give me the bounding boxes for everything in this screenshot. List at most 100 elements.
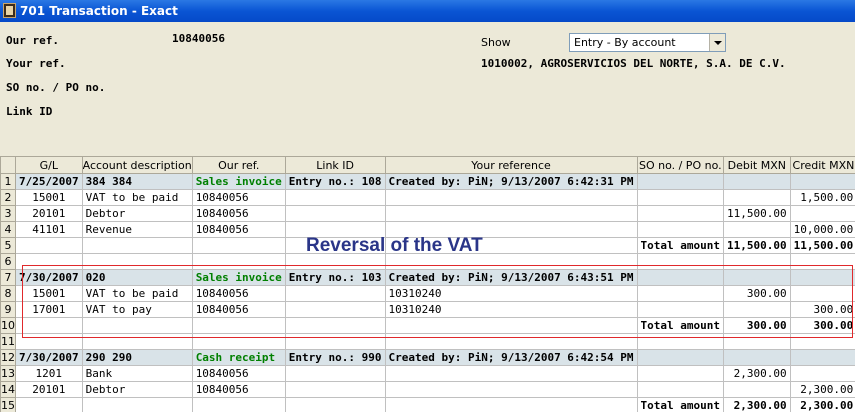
- account-description-cell[interactable]: Debtor: [81, 381, 193, 398]
- credit-cell[interactable]: [789, 205, 855, 222]
- account-description-cell[interactable]: [81, 317, 193, 334]
- link-id-cell[interactable]: [284, 397, 386, 412]
- table-row[interactable]: 11: [0, 333, 855, 350]
- debit-cell[interactable]: [723, 333, 791, 350]
- transaction-grid[interactable]: G/L Account description Our ref. Link ID…: [0, 156, 855, 412]
- your-reference-cell[interactable]: 10310240: [384, 301, 638, 318]
- link-id-cell[interactable]: [284, 365, 386, 382]
- so-po-cell[interactable]: [636, 301, 725, 318]
- gl-cell[interactable]: [15, 253, 83, 270]
- credit-cell[interactable]: 1,500.00: [789, 189, 855, 206]
- your-reference-cell[interactable]: [384, 189, 638, 206]
- table-row[interactable]: 13 1201 Bank 10840056 2,300.00: [0, 365, 855, 382]
- account-description-cell[interactable]: [81, 333, 193, 350]
- our-ref-cell[interactable]: Cash receipt: [191, 349, 286, 366]
- your-reference-cell[interactable]: [384, 205, 638, 222]
- debit-cell[interactable]: 11,500.00: [723, 237, 791, 254]
- credit-cell[interactable]: [789, 349, 855, 366]
- credit-cell[interactable]: 300.00: [789, 301, 855, 318]
- gl-cell[interactable]: [15, 397, 83, 412]
- our-ref-cell[interactable]: [191, 317, 286, 334]
- account-description-cell[interactable]: [81, 253, 193, 270]
- so-po-cell[interactable]: [636, 349, 725, 366]
- column-header-link-id[interactable]: Link ID: [284, 156, 386, 174]
- debit-cell[interactable]: [723, 221, 791, 238]
- gl-cell[interactable]: [15, 333, 83, 350]
- so-po-cell[interactable]: [636, 333, 725, 350]
- debit-cell[interactable]: 2,300.00: [723, 365, 791, 382]
- gl-cell[interactable]: 7/25/2007: [15, 173, 83, 190]
- debit-cell[interactable]: 300.00: [723, 317, 791, 334]
- our-ref-cell[interactable]: 10840056: [191, 221, 286, 238]
- your-reference-cell[interactable]: Created by: PiN; 9/13/2007 6:43:51 PM: [384, 269, 638, 286]
- so-po-cell[interactable]: [636, 365, 725, 382]
- row-number[interactable]: 2: [0, 189, 16, 206]
- row-number[interactable]: 14: [0, 381, 16, 398]
- row-number[interactable]: 13: [0, 365, 16, 382]
- row-number[interactable]: 9: [0, 301, 16, 318]
- gl-cell[interactable]: 1201: [15, 365, 83, 382]
- chevron-down-icon[interactable]: [709, 34, 725, 51]
- credit-cell[interactable]: [789, 173, 855, 190]
- group-header-row[interactable]: 1 7/25/2007 384 384 Sales invoice Entry no.:…: [0, 173, 855, 190]
- column-header-so-po[interactable]: SO no. / PO no.: [636, 156, 725, 174]
- so-po-cell[interactable]: Total amount: [636, 397, 725, 412]
- column-header-gl[interactable]: G/L: [15, 156, 83, 174]
- gl-cell[interactable]: 41101: [15, 221, 83, 238]
- account-description-cell[interactable]: 020: [81, 269, 193, 286]
- credit-cell[interactable]: [789, 365, 855, 382]
- our-ref-cell[interactable]: 10840056: [191, 301, 286, 318]
- our-ref-cell[interactable]: 10840056: [191, 285, 286, 302]
- debit-cell[interactable]: [723, 173, 791, 190]
- gl-cell[interactable]: 20101: [15, 381, 83, 398]
- group-header-row[interactable]: 7 7/30/2007 020 Sales invoice Entry no.: 103…: [0, 269, 855, 286]
- so-po-cell[interactable]: [636, 221, 725, 238]
- group-header-row[interactable]: 12 7/30/2007 290 290 Cash receipt Entry no.:…: [0, 349, 855, 366]
- so-po-cell[interactable]: [636, 253, 725, 270]
- gl-cell[interactable]: 20101: [15, 205, 83, 222]
- debit-cell[interactable]: [723, 269, 791, 286]
- our-ref-cell[interactable]: [191, 253, 286, 270]
- row-number[interactable]: 12: [0, 349, 16, 366]
- debit-cell[interactable]: 11,500.00: [723, 205, 791, 222]
- your-reference-cell[interactable]: Created by: PiN; 9/13/2007 6:42:54 PM: [384, 349, 638, 366]
- row-number[interactable]: 6: [0, 253, 16, 270]
- row-number[interactable]: 5: [0, 237, 16, 254]
- table-row[interactable]: 8 15001 VAT to be paid 10840056 10310240 300.…: [0, 285, 855, 302]
- our-ref-cell[interactable]: 10840056: [191, 381, 286, 398]
- so-po-cell[interactable]: [636, 269, 725, 286]
- link-id-cell[interactable]: Entry no.: 103: [284, 269, 386, 286]
- your-reference-cell[interactable]: [384, 397, 638, 412]
- credit-cell[interactable]: 11,500.00: [789, 237, 855, 254]
- show-select[interactable]: Entry - By account: [569, 33, 726, 52]
- link-id-cell[interactable]: Entry no.: 990: [284, 349, 386, 366]
- debit-cell[interactable]: [723, 381, 791, 398]
- gl-cell[interactable]: 7/30/2007: [15, 269, 83, 286]
- our-ref-cell[interactable]: 10840056: [191, 189, 286, 206]
- row-number[interactable]: 10: [0, 317, 16, 334]
- debit-cell[interactable]: [723, 349, 791, 366]
- account-description-cell[interactable]: Bank: [81, 365, 193, 382]
- our-ref-cell[interactable]: Sales invoice: [191, 269, 286, 286]
- row-number[interactable]: 4: [0, 221, 16, 238]
- total-row[interactable]: 15 Total amount 2,300.00 2,300.00: [0, 397, 855, 412]
- link-id-cell[interactable]: [284, 333, 386, 350]
- credit-cell[interactable]: [789, 285, 855, 302]
- column-header-our-ref[interactable]: Our ref.: [191, 156, 286, 174]
- our-ref-cell[interactable]: [191, 397, 286, 412]
- column-header-your-reference[interactable]: Your reference: [384, 156, 638, 174]
- link-id-cell[interactable]: Entry no.: 108: [284, 173, 386, 190]
- so-po-cell[interactable]: [636, 381, 725, 398]
- table-row[interactable]: 3 20101 Debtor 10840056 11,500.00: [0, 205, 855, 222]
- your-reference-cell[interactable]: Created by: PiN; 9/13/2007 6:42:31 PM: [384, 173, 638, 190]
- credit-cell[interactable]: [789, 269, 855, 286]
- link-id-cell[interactable]: [284, 285, 386, 302]
- account-description-cell[interactable]: 384 384: [81, 173, 193, 190]
- row-number[interactable]: 1: [0, 173, 16, 190]
- row-number[interactable]: 3: [0, 205, 16, 222]
- debit-cell[interactable]: 300.00: [723, 285, 791, 302]
- our-ref-cell[interactable]: 10840056: [191, 365, 286, 382]
- credit-cell[interactable]: 10,000.00: [789, 221, 855, 238]
- credit-cell[interactable]: 2,300.00: [789, 381, 855, 398]
- your-reference-cell[interactable]: [384, 365, 638, 382]
